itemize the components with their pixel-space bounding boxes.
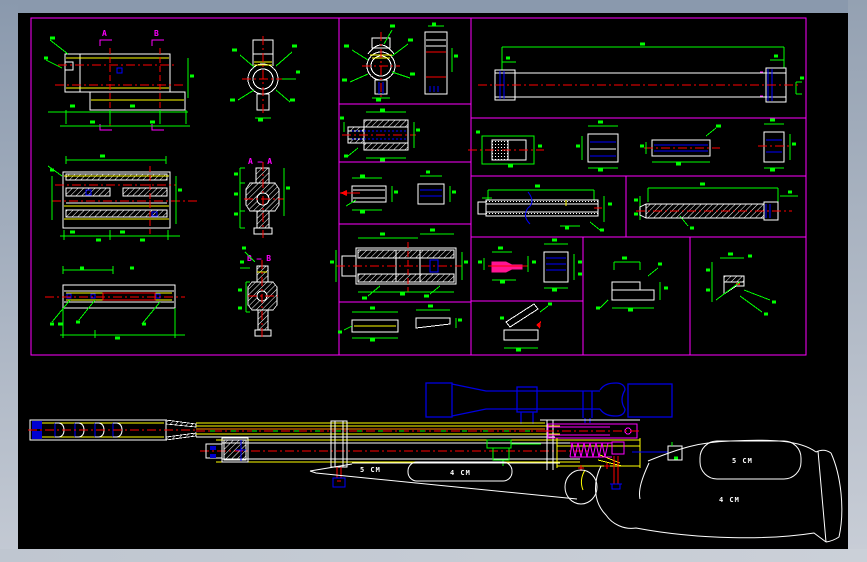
butt-label-1: 5 CM [732, 457, 753, 465]
frame-bottom [0, 549, 867, 562]
section-mark-a: A [102, 29, 107, 38]
section-mark-b: B [154, 29, 159, 38]
frame-top [0, 0, 867, 13]
frame-right [848, 0, 867, 562]
forend-label-2: 4 CM [450, 469, 471, 477]
butt-label-2: 4 CM [719, 496, 740, 504]
section-label-aa: A — A [248, 157, 272, 166]
cad-viewer-window: A B A — A B — B 5 CM 4 CM 5 CM 4 CM [0, 0, 867, 562]
forend-label-1: 5 CM [360, 466, 381, 474]
frame-left [0, 0, 18, 562]
drawing-canvas[interactable]: A B A — A B — B 5 CM 4 CM 5 CM 4 CM [0, 0, 867, 562]
section-label-bb: B — B [247, 254, 271, 263]
